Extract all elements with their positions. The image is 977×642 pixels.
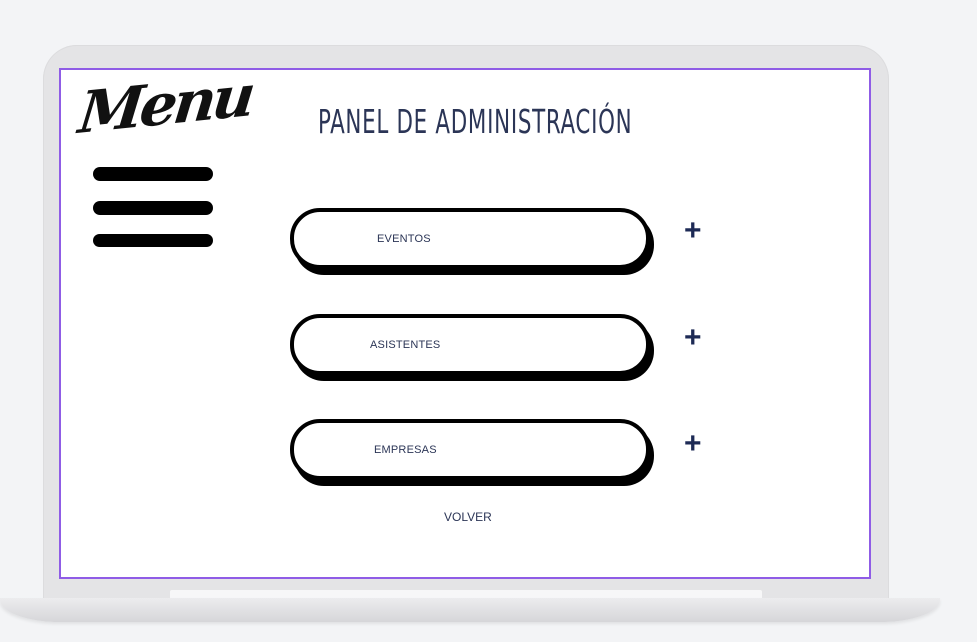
laptop-base (0, 598, 940, 622)
hamburger-bar-middle (93, 201, 213, 215)
back-link[interactable]: VOLVER (444, 510, 492, 524)
empresas-label: EMPRESAS (374, 443, 437, 456)
hamburger-bar-bottom (93, 234, 213, 247)
eventos-button[interactable]: EVENTOS (290, 208, 650, 269)
add-empresas-plus-icon[interactable]: + (684, 429, 702, 459)
asistentes-button[interactable]: ASISTENTES (290, 314, 650, 375)
eventos-label: EVENTOS (377, 232, 431, 245)
add-eventos-plus-icon[interactable]: + (684, 216, 702, 246)
hamburger-bar-top (93, 167, 213, 181)
menu-title: Menu (75, 61, 256, 147)
hamburger-menu-icon[interactable] (93, 167, 213, 249)
add-asistentes-plus-icon[interactable]: + (684, 323, 702, 353)
empresas-button[interactable]: EMPRESAS (290, 419, 650, 480)
asistentes-label: ASISTENTES (370, 338, 441, 351)
page-title: PANEL DE ADMINISTRACIÓN (318, 102, 633, 141)
